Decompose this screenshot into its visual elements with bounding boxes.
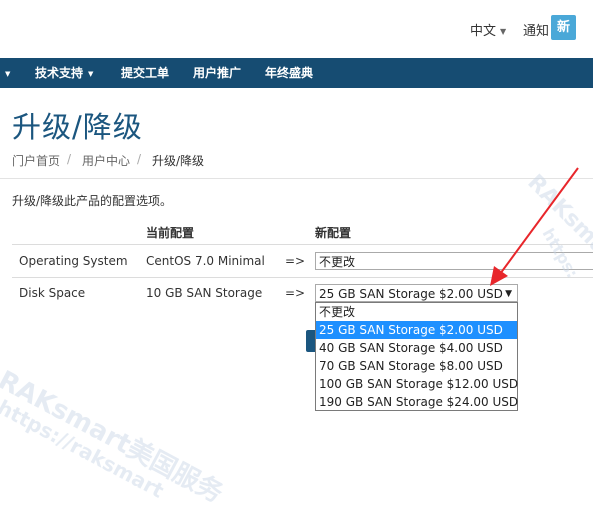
annotation-arrow-icon [490,167,579,286]
